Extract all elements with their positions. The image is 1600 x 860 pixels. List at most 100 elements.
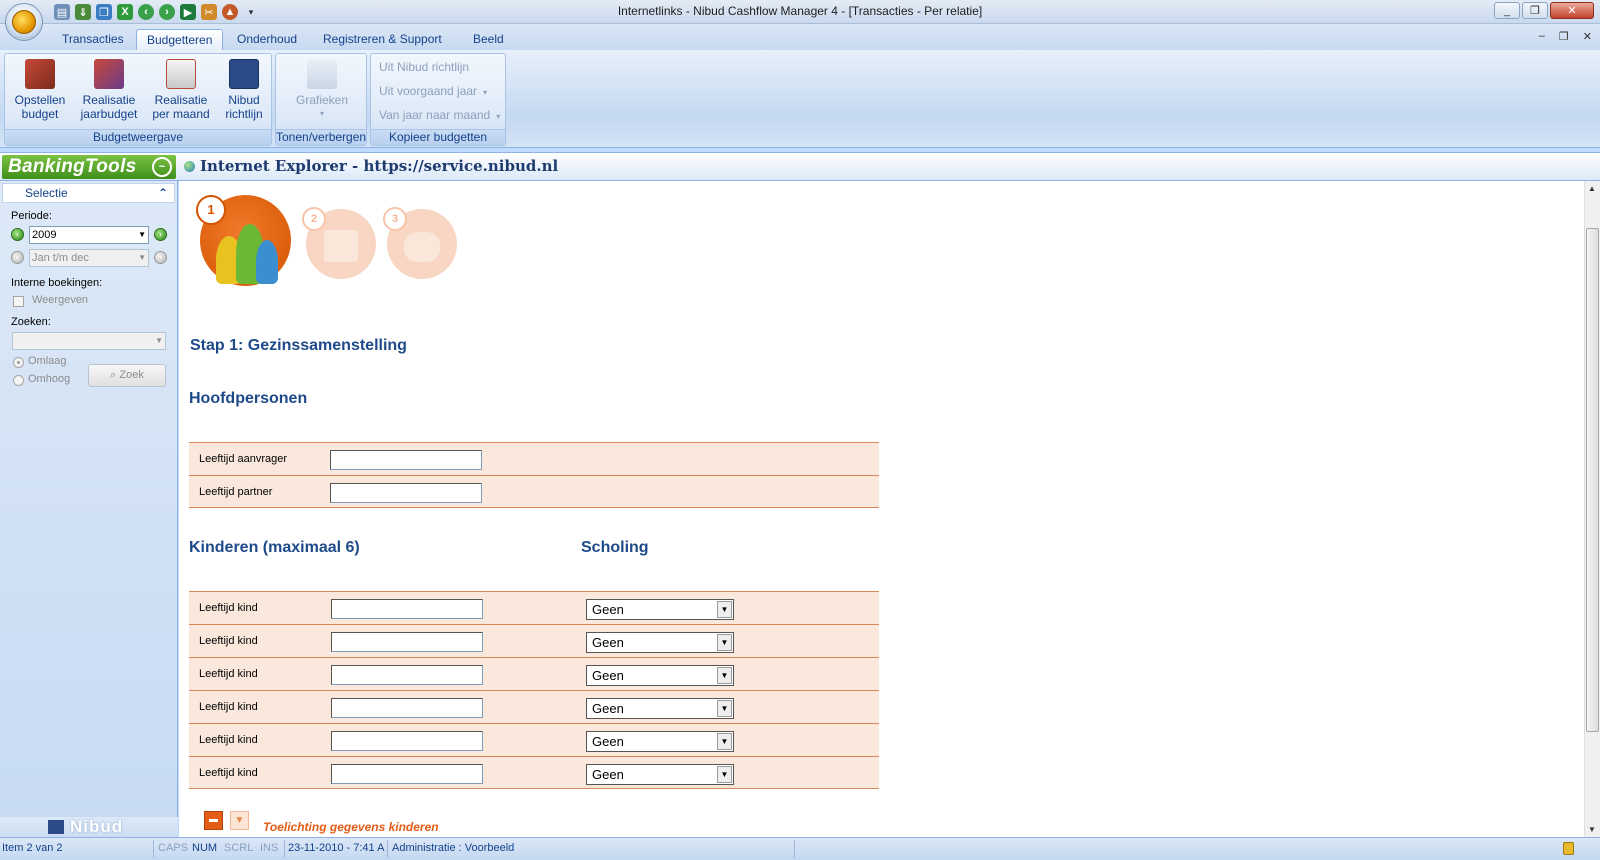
periode-select[interactable]: 2009 ▼ bbox=[29, 226, 149, 244]
step-1-number: 1 bbox=[196, 195, 226, 225]
leeftijd-partner-input[interactable] bbox=[330, 483, 482, 503]
scrollbar-thumb[interactable] bbox=[1586, 228, 1599, 732]
collapse-icon[interactable]: ⌃ bbox=[158, 184, 168, 202]
step-3-number: 3 bbox=[383, 207, 407, 231]
opstellen-budget-label-2: budget bbox=[21, 107, 59, 121]
scholing-select[interactable]: Geen ▼ bbox=[586, 599, 734, 620]
periode-select-value: 2009 bbox=[32, 229, 57, 241]
zoek-button[interactable]: ⌕ Zoek bbox=[88, 364, 166, 387]
chevron-down-icon: ▼ bbox=[717, 733, 732, 750]
weergeven-checkbox[interactable] bbox=[13, 296, 24, 307]
toelichting-link[interactable]: Toelichting gegevens kinderen bbox=[263, 820, 439, 834]
bankingtools-logo: BankingTools ~ bbox=[2, 155, 176, 179]
status-num: NUM bbox=[192, 842, 218, 854]
zoeken-select[interactable]: ▼ bbox=[12, 332, 166, 350]
lock-icon bbox=[1563, 842, 1574, 855]
kinderen-title: Kinderen (maximaal 6) bbox=[189, 539, 360, 556]
omlaag-radio[interactable] bbox=[13, 357, 24, 368]
form-row: Leeftijd aanvrager bbox=[189, 442, 879, 475]
tab-registreren-support[interactable]: Registreren & Support bbox=[313, 29, 452, 51]
chevron-down-icon: ▼ bbox=[155, 336, 163, 345]
chevron-down-icon: ▾ bbox=[483, 88, 488, 97]
realisatie-per-maand-label-2: per maand bbox=[152, 107, 210, 121]
leeftijd-aanvrager-input[interactable] bbox=[330, 450, 482, 470]
collapse-toelichting-icon[interactable] bbox=[204, 811, 223, 830]
uit-voorgaand-jaar-button[interactable]: Uit voorgaand jaar ▾ bbox=[379, 84, 487, 98]
mdi-minimize-button[interactable]: ‒ bbox=[1539, 30, 1545, 43]
leeftijd-kind-input[interactable] bbox=[331, 698, 483, 718]
leeftijd-kind-label: Leeftijd kind bbox=[199, 668, 258, 680]
realisatie-per-maand-button[interactable]: Realisatie per maand bbox=[149, 59, 213, 121]
periode-prev-icon[interactable]: ‹ bbox=[11, 228, 24, 241]
tab-transacties[interactable]: Transacties bbox=[52, 29, 134, 51]
van-jaar-naar-maand-button[interactable]: Van jaar naar maand ▾ bbox=[379, 108, 500, 122]
leeftijd-kind-input[interactable] bbox=[331, 632, 483, 652]
nibud-richtlijn-button[interactable]: Nibud richtlijn bbox=[219, 59, 269, 121]
ribbon: Opstellen budget Realisatie jaarbudget R… bbox=[0, 50, 1600, 148]
omhoog-radio[interactable] bbox=[13, 375, 24, 386]
chevron-down-icon: ▼ bbox=[717, 766, 732, 783]
form-row: Leeftijd partner bbox=[189, 475, 879, 508]
tab-beeld[interactable]: Beeld bbox=[463, 29, 514, 51]
leeftijd-kind-input[interactable] bbox=[331, 665, 483, 685]
app-logo-icon bbox=[12, 10, 36, 34]
chevron-down-icon: ▼ bbox=[717, 700, 732, 717]
uit-nibud-richtlijn-button[interactable]: Uit Nibud richtlijn bbox=[379, 60, 469, 74]
kind-row: Leeftijd kind Geen ▼ bbox=[189, 723, 879, 756]
minimize-button[interactable]: _ bbox=[1494, 2, 1520, 19]
leeftijd-kind-input[interactable] bbox=[331, 731, 483, 751]
chevron-down-icon: ▼ bbox=[717, 667, 732, 684]
realisatie-jaarbudget-label-1: Realisatie bbox=[82, 93, 136, 107]
realisatie-jaarbudget-button[interactable]: Realisatie jaarbudget bbox=[77, 59, 141, 121]
grafieken-dropdown-icon: ▾ bbox=[319, 109, 324, 118]
globe-icon bbox=[184, 161, 195, 172]
leeftijd-kind-input[interactable] bbox=[331, 599, 483, 619]
tab-budgetteren[interactable]: Budgetteren bbox=[136, 29, 224, 51]
range-select[interactable]: Jan t/m dec ▼ bbox=[29, 249, 149, 267]
binoculars-icon: ⌕ bbox=[110, 369, 120, 381]
kind-row: Leeftijd kind Geen ▼ bbox=[189, 591, 879, 624]
periode-next-icon[interactable]: › bbox=[154, 228, 167, 241]
periode-label: Periode: bbox=[11, 210, 52, 222]
range-next-icon[interactable]: › bbox=[154, 251, 167, 264]
leeftijd-kind-input[interactable] bbox=[331, 764, 483, 784]
nibud-logo-icon bbox=[229, 59, 259, 89]
maximize-button[interactable]: ❐ bbox=[1522, 2, 1548, 19]
selectie-panel: Selectie ⌃ Periode: ‹ 2009 ▼ › ‹ Jan t/m… bbox=[0, 181, 178, 837]
scholing-select[interactable]: Geen ▼ bbox=[586, 731, 734, 752]
expand-toelichting-icon[interactable]: ▼ bbox=[230, 811, 249, 830]
range-prev-icon[interactable]: ‹ bbox=[11, 251, 24, 264]
ribbon-tab-row: Transacties Budgetteren Onderhoud Regist… bbox=[0, 24, 1600, 51]
status-administratie: Administratie : Voorbeeld bbox=[392, 842, 515, 854]
group-label-tonen-verbergen: Tonen/verbergen bbox=[276, 129, 367, 145]
scroll-down-icon[interactable]: ▼ bbox=[1588, 825, 1596, 834]
tab-onderhoud[interactable]: Onderhoud bbox=[227, 29, 307, 51]
leeftijd-kind-label: Leeftijd kind bbox=[199, 734, 258, 746]
chevron-down-icon: ▼ bbox=[138, 253, 146, 262]
scroll-up-icon[interactable]: ▲ bbox=[1588, 184, 1596, 193]
scholing-select[interactable]: Geen ▼ bbox=[586, 698, 734, 719]
close-button[interactable]: ✕ bbox=[1550, 2, 1594, 19]
scholing-select[interactable]: Geen ▼ bbox=[586, 665, 734, 686]
zoeken-label: Zoeken: bbox=[11, 316, 51, 328]
grafieken-button[interactable]: Grafieken ▾ bbox=[284, 59, 360, 121]
nibud-richtlijn-label-2: richtlijn bbox=[225, 107, 263, 121]
kind-row: Leeftijd kind Geen ▼ bbox=[189, 756, 879, 789]
money-bag-icon bbox=[404, 232, 440, 262]
selectie-header[interactable]: Selectie ⌃ bbox=[2, 183, 175, 203]
browser-url-title: Internet Explorer - https://service.nibu… bbox=[200, 157, 559, 175]
mdi-restore-button[interactable]: ❐ bbox=[1559, 30, 1569, 43]
uit-voorgaand-jaar-label: Uit voorgaand jaar bbox=[379, 84, 478, 98]
kind-row: Leeftijd kind Geen ▼ bbox=[189, 624, 879, 657]
interne-boekingen-label: Interne boekingen: bbox=[11, 277, 103, 289]
zoek-button-label: Zoek bbox=[119, 369, 144, 381]
vertical-scrollbar[interactable]: ▲ ▼ bbox=[1584, 181, 1600, 837]
mdi-close-button[interactable]: ✕ bbox=[1583, 30, 1592, 43]
leeftijd-kind-label: Leeftijd kind bbox=[199, 701, 258, 713]
chevron-down-icon: ▾ bbox=[496, 112, 501, 121]
scholing-select[interactable]: Geen ▼ bbox=[586, 764, 734, 785]
nibud-footer-logo: Nibud bbox=[70, 817, 124, 836]
scholing-select[interactable]: Geen ▼ bbox=[586, 632, 734, 653]
opstellen-budget-button[interactable]: Opstellen budget bbox=[11, 59, 69, 121]
application-menu-button[interactable] bbox=[5, 3, 43, 41]
